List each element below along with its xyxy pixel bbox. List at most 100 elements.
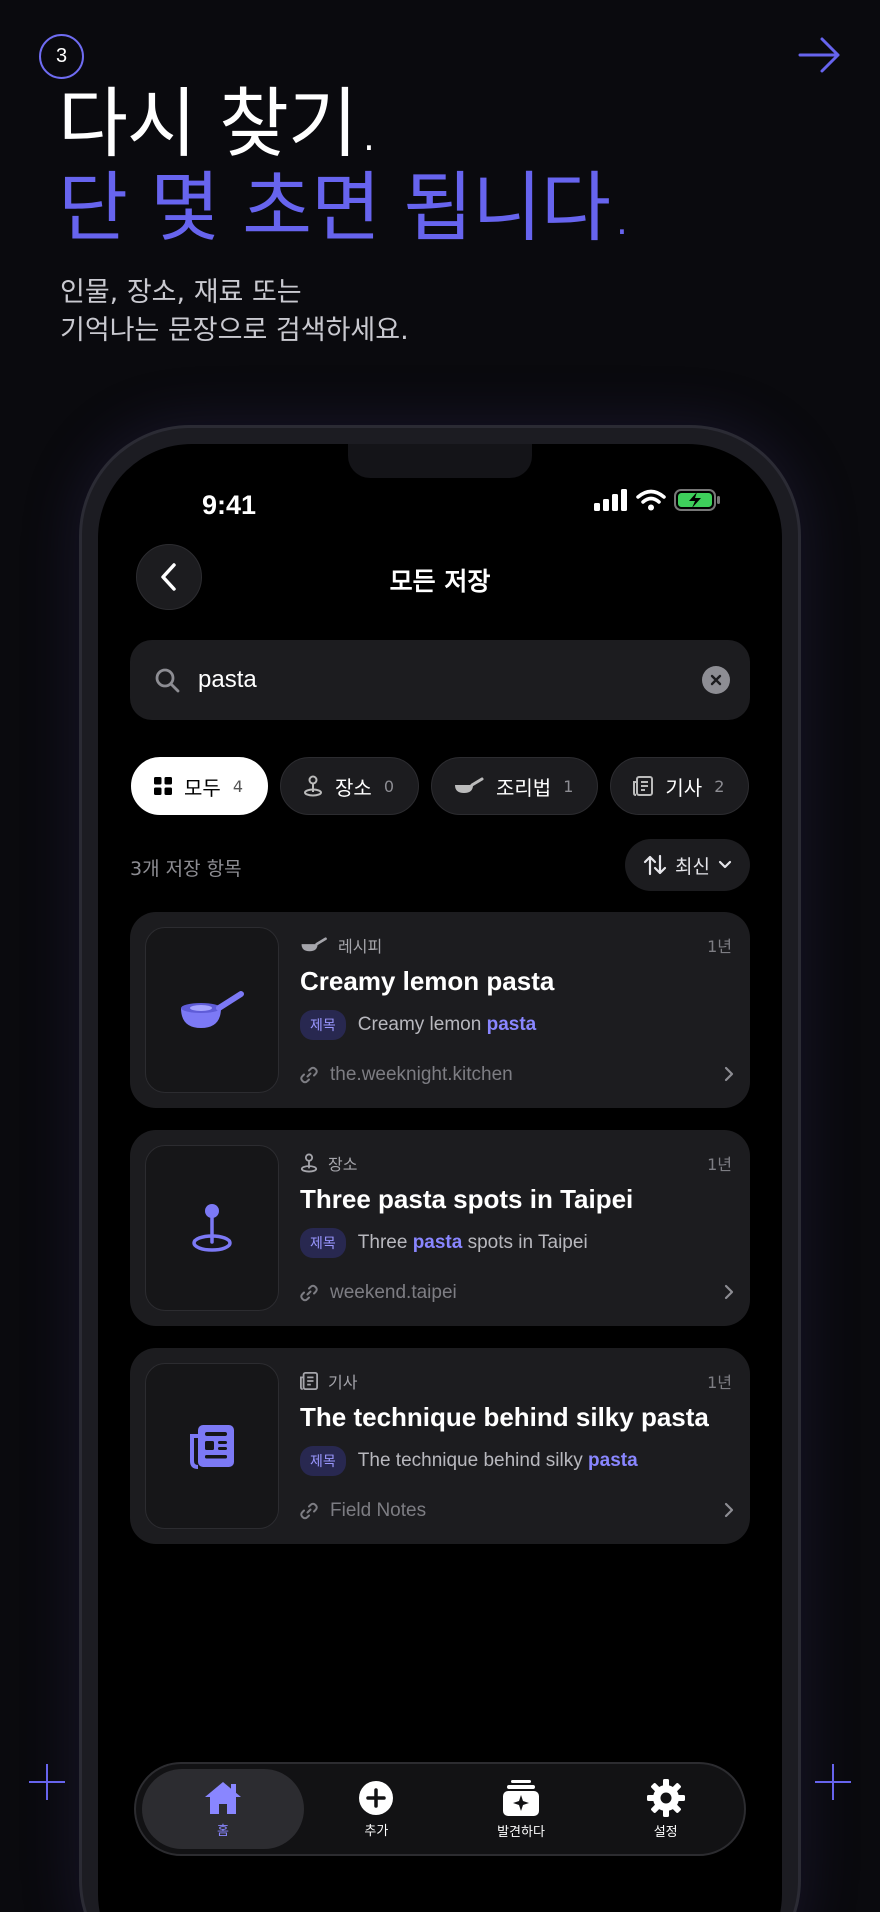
card-category: 기사 <box>300 1369 357 1393</box>
result-card[interactable]: 레시피 1년 Creamy lemon pasta 제목 Creamy lemo… <box>130 912 750 1108</box>
search-input[interactable] <box>198 666 702 694</box>
filter-chip-label: 모두 <box>184 775 221 800</box>
sort-button[interactable]: 최신 <box>625 839 750 891</box>
match-text-before: Three <box>357 1232 413 1253</box>
filter-chip-count: 1 <box>563 776 574 796</box>
card-title: The technique behind silky pasta <box>300 1402 709 1432</box>
card-category-label: 장소 <box>328 1155 358 1174</box>
chevron-right-icon <box>724 1284 734 1300</box>
phone-screen: 9:41 모든 저장 pasta 모두 4 장소 0 조리법 1 기사 2 3개… <box>98 444 782 1912</box>
card-source: Field Notes <box>300 1500 426 1522</box>
result-count: 3개 저장 항목 <box>130 858 242 880</box>
headline-line-1: 다시 찾기. <box>58 79 381 168</box>
cellular-signal-icon <box>594 489 627 511</box>
card-age: 1년 <box>707 937 732 956</box>
result-list: 레시피 1년 Creamy lemon pasta 제목 Creamy lemo… <box>130 912 750 1566</box>
filter-chip-label: 장소 <box>335 775 372 800</box>
tab-label: 설정 <box>653 1824 678 1840</box>
headline-line-2: 단 몇 초면 됩니다. <box>58 163 634 252</box>
filter-chip-count: 2 <box>714 776 725 796</box>
close-icon <box>710 674 722 686</box>
match-field-tag: 제목 <box>300 1228 346 1258</box>
card-source: the.weeknight.kitchen <box>300 1064 513 1086</box>
tab-label: 추가 <box>364 1823 389 1839</box>
article-icon <box>300 1372 318 1390</box>
card-match: 제목 The technique behind silky pasta <box>300 1446 638 1476</box>
filter-chip-label: 조리법 <box>496 775 552 800</box>
match-text: Creamy lemon pasta <box>358 1014 536 1036</box>
filter-chip-places[interactable]: 장소 0 <box>280 757 419 815</box>
card-thumbnail <box>145 1145 279 1311</box>
step-number: 3 <box>55 45 68 67</box>
plus-decoration-icon <box>29 1764 65 1800</box>
headline: 다시 찾기. 단 몇 초면 됩니다. <box>58 79 634 252</box>
card-category-label: 레시피 <box>338 937 383 956</box>
step-number-badge: 3 <box>39 34 84 79</box>
link-icon <box>300 1284 318 1302</box>
card-thumbnail <box>145 927 279 1093</box>
article-icon <box>633 776 654 796</box>
pan-icon <box>455 777 484 793</box>
result-card[interactable]: 장소 1년 Three pasta spots in Taipei 제목 Thr… <box>130 1130 750 1326</box>
plus-decoration-icon <box>815 1764 851 1800</box>
pan-icon <box>301 937 327 952</box>
card-source-label: Field Notes <box>330 1500 427 1521</box>
wifi-icon <box>636 489 666 511</box>
card-category: 장소 <box>300 1151 357 1175</box>
sort-label: 최신 <box>675 855 710 878</box>
pan-icon <box>181 991 244 1028</box>
filter-chip-recipes[interactable]: 조리법 1 <box>431 757 599 815</box>
card-category: 레시피 <box>300 933 382 957</box>
tab-discover[interactable]: 발견하다 <box>449 1769 594 1849</box>
status-icons <box>594 488 722 512</box>
search-icon <box>155 668 180 693</box>
pin-icon <box>304 775 322 797</box>
card-source-label: the.weeknight.kitchen <box>330 1064 513 1085</box>
pin-icon <box>192 1204 232 1252</box>
phone-mockup: 9:41 모든 저장 pasta 모두 4 장소 0 조리법 1 기사 2 3개… <box>82 428 798 1912</box>
tab-home[interactable]: 홈 <box>142 1769 304 1849</box>
chevron-right-icon <box>724 1502 734 1518</box>
card-title: Creamy lemon pasta <box>300 966 555 996</box>
clear-search-button[interactable] <box>702 666 730 694</box>
chevron-right-icon <box>724 1066 734 1082</box>
tab-label: 홈 <box>217 1823 229 1839</box>
screen-title: 모든 저장 <box>389 567 491 596</box>
card-thumbnail <box>145 1363 279 1529</box>
match-highlight: pasta <box>588 1450 638 1471</box>
card-source: weekend.taipei <box>300 1282 457 1304</box>
match-field-tag: 제목 <box>300 1010 346 1040</box>
card-title: Three pasta spots in Taipei <box>300 1184 634 1214</box>
filter-chip-all[interactable]: 모두 4 <box>131 757 268 815</box>
chevron-down-icon <box>718 860 732 869</box>
match-field-tag: 제목 <box>300 1446 346 1476</box>
card-source-label: weekend.taipei <box>330 1282 457 1303</box>
match-text: Three pasta spots in Taipei <box>358 1232 588 1254</box>
match-text-before: Creamy lemon <box>357 1014 487 1035</box>
filter-chip-label: 기사 <box>665 775 703 800</box>
next-arrow-icon[interactable] <box>794 30 844 80</box>
link-icon <box>300 1066 318 1084</box>
sort-arrows-icon <box>643 854 667 876</box>
result-card[interactable]: 기사 1년 The technique behind silky pasta 제… <box>130 1348 750 1544</box>
card-age: 1년 <box>707 1373 732 1392</box>
card-category-label: 기사 <box>328 1373 358 1392</box>
tab-settings[interactable]: 설정 <box>593 1769 738 1849</box>
tab-add[interactable]: 추가 <box>304 1769 449 1849</box>
match-highlight: pasta <box>486 1014 537 1035</box>
pin-icon <box>300 1153 318 1173</box>
tab-label: 발견하다 <box>497 1824 545 1840</box>
subcopy: 인물, 장소, 재료 또는 기억나는 문장으로 검색하세요. <box>60 274 409 350</box>
match-text-before: The technique behind silky <box>357 1450 589 1471</box>
link-icon <box>300 1502 318 1520</box>
filter-chips: 모두 4 장소 0 조리법 1 기사 2 <box>131 757 750 815</box>
subcopy-line-2: 기억나는 문장으로 검색하세요. <box>60 315 409 346</box>
grid-icon <box>154 777 172 795</box>
filter-chip-articles[interactable]: 기사 2 <box>610 757 750 815</box>
search-bar[interactable] <box>130 640 750 720</box>
settings-icon <box>646 1778 685 1817</box>
match-text: The technique behind silky pasta <box>358 1450 638 1472</box>
match-text-after: spots in Taipei <box>462 1232 588 1253</box>
article-icon <box>190 1425 234 1469</box>
discover-icon <box>503 1779 539 1816</box>
